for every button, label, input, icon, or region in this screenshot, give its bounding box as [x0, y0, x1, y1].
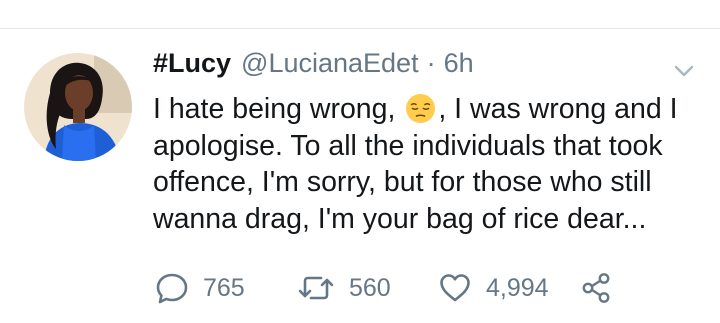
retweet-button[interactable]: 560 [297, 268, 391, 308]
share-button[interactable] [580, 268, 612, 308]
avatar-photo [24, 53, 132, 161]
reply-count: 765 [203, 273, 245, 302]
like-count: 4,994 [486, 273, 549, 302]
avatar[interactable] [24, 53, 132, 161]
tweet-header: #Lucy @LucianaEdet · 6h [153, 48, 474, 84]
top-divider [0, 28, 720, 29]
display-name[interactable]: #Lucy [153, 48, 231, 79]
speech-bubble-icon [156, 273, 188, 304]
retweet-icon [298, 276, 334, 300]
separator-dot: · [426, 48, 436, 78]
tweet-text: I hate being wrong, , I was wrong and I … [153, 91, 708, 237]
timestamp[interactable]: 6h [444, 48, 474, 79]
user-handle[interactable]: @LucianaEdet [241, 48, 419, 79]
reply-button[interactable]: 765 [155, 268, 245, 308]
share-icon [582, 273, 610, 303]
pensive-face-icon [405, 93, 436, 124]
retweet-count: 560 [349, 273, 391, 302]
like-button[interactable]: 4,994 [438, 268, 549, 308]
tweet-actions: 765 560 4,994 [155, 268, 625, 308]
tweet-text-part1: I hate being wrong, [153, 93, 404, 125]
chevron-down-icon[interactable] [670, 60, 698, 80]
heart-icon [440, 274, 470, 302]
